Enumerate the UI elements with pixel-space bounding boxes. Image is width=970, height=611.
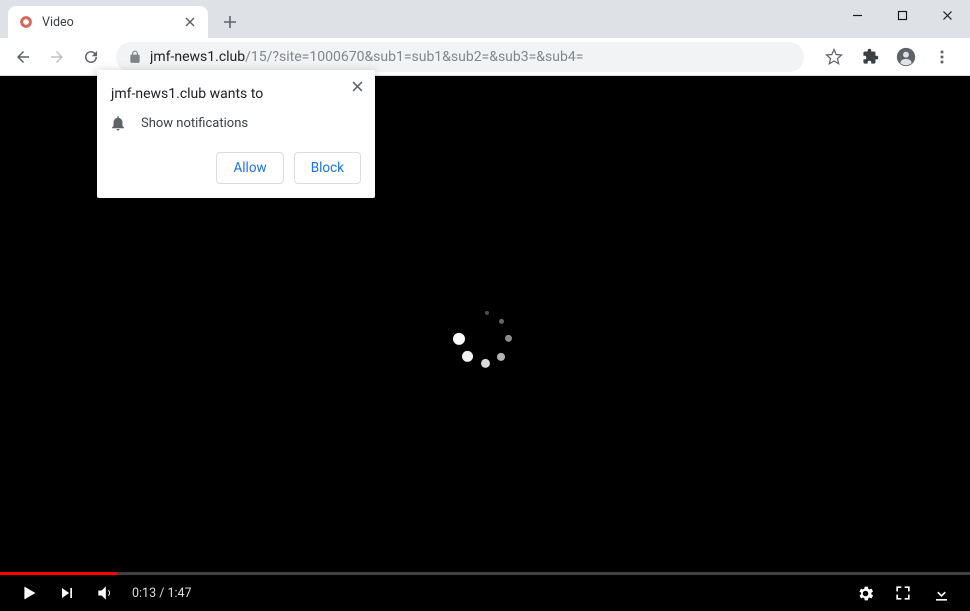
back-button[interactable]: [8, 42, 38, 72]
play-button[interactable]: [14, 578, 44, 608]
new-tab-button[interactable]: [216, 8, 244, 36]
forward-button: [42, 42, 72, 72]
reload-button[interactable]: [76, 42, 106, 72]
tab-title: Video: [42, 15, 182, 30]
loading-spinner: [453, 306, 517, 370]
player-controls: 0:13 / 1:47: [0, 575, 970, 611]
volume-button[interactable]: [90, 578, 120, 608]
permission-close-icon[interactable]: [347, 76, 367, 96]
extensions-icon[interactable]: [856, 43, 884, 71]
time-display: 0:13 / 1:47: [132, 586, 192, 601]
address-bar[interactable]: jmf-news1.club/15/?site=1000670&sub1=sub…: [116, 42, 804, 72]
permission-prompt: jmf-news1.club wants to Show notificatio…: [97, 70, 375, 198]
fullscreen-button[interactable]: [888, 578, 918, 608]
allow-button[interactable]: Allow: [216, 152, 283, 184]
browser-tab[interactable]: Video: [8, 6, 208, 38]
window-controls: [835, 0, 970, 30]
block-button[interactable]: Block: [294, 152, 361, 184]
maximize-button[interactable]: [880, 0, 925, 30]
close-window-button[interactable]: [925, 0, 970, 30]
menu-icon[interactable]: [928, 43, 956, 71]
download-button[interactable]: [926, 578, 956, 608]
next-button[interactable]: [52, 578, 82, 608]
tab-favicon: [18, 14, 34, 30]
minimize-button[interactable]: [835, 0, 880, 30]
tab-close-icon[interactable]: [182, 14, 198, 30]
toolbar-right: [814, 43, 962, 71]
bookmark-star-icon[interactable]: [820, 43, 848, 71]
settings-icon[interactable]: [850, 578, 880, 608]
profile-icon[interactable]: [892, 43, 920, 71]
url-text: jmf-news1.club/15/?site=1000670&sub1=sub…: [150, 49, 583, 65]
bell-icon: [109, 114, 127, 132]
permission-item-label: Show notifications: [141, 116, 248, 131]
permission-row: Show notifications: [111, 114, 361, 132]
lock-icon: [128, 50, 142, 64]
permission-title: jmf-news1.club wants to: [111, 86, 361, 102]
window-titlebar: Video: [0, 0, 970, 38]
